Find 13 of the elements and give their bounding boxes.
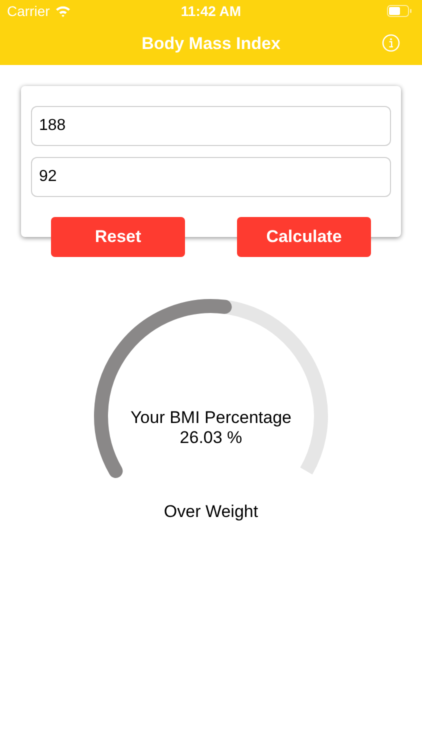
input-field[interactable]: 92 (31, 157, 391, 197)
screen-title: Body Mass Index (142, 34, 280, 54)
wifi-icon (54, 5, 71, 17)
info-icon[interactable] (382, 34, 400, 52)
calculate-button[interactable]: Calculate (237, 217, 371, 257)
result-label: Over Weight (164, 502, 258, 522)
carrier-label: Carrier (7, 3, 50, 19)
battery-icon (387, 5, 412, 17)
bmi-reading: 26.03 % (180, 428, 242, 448)
input-field[interactable]: 188 (31, 106, 391, 146)
status-time: 11:42 AM (180, 3, 242, 19)
gauge-label: Your BMI Percentage (130, 408, 292, 428)
reset-button[interactable]: Reset (51, 217, 185, 257)
